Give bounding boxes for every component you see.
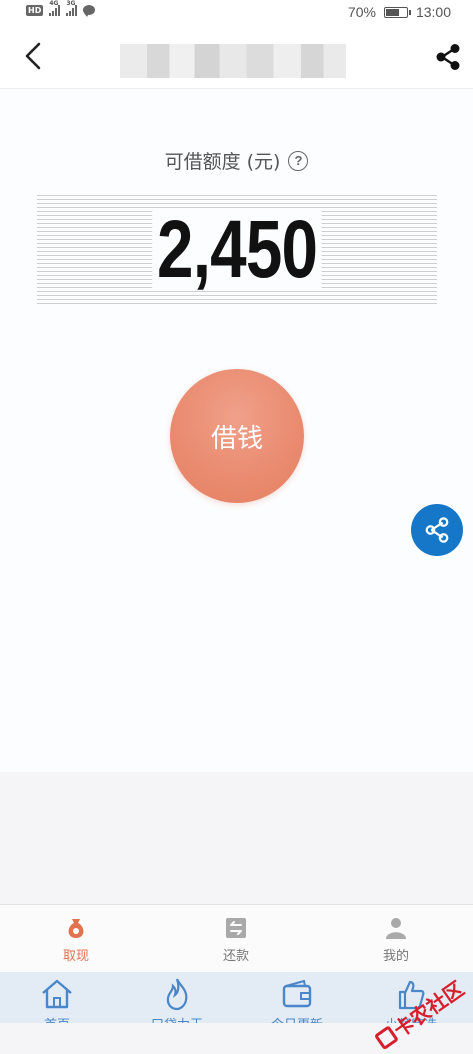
share-icon: [425, 517, 449, 543]
fire-icon: [166, 978, 188, 1011]
lower-nav-label: 今日更新: [271, 1014, 323, 1023]
nav-bar: [0, 24, 473, 89]
message-icon: [83, 5, 96, 17]
signal-4g-icon: 4G: [49, 0, 61, 16]
lower-nav-today[interactable]: 今日更新: [252, 976, 342, 1023]
signal-4g-label: 4G: [49, 0, 59, 7]
status-bar: HD 4G 3G 70% 13:00: [0, 0, 473, 24]
home-icon: [42, 979, 72, 1009]
status-right: 70% 13:00: [348, 4, 451, 20]
tab-mine[interactable]: 我的: [356, 915, 436, 964]
signal-3g-icon: 3G: [66, 0, 78, 16]
question-icon[interactable]: ?: [288, 150, 309, 171]
amount-inner: 2,450: [37, 209, 437, 291]
share-icon: [436, 44, 460, 70]
page-title-blurred: [120, 44, 346, 78]
credit-amount-box: 2,450: [37, 195, 437, 305]
user-icon: [386, 918, 406, 939]
borrow-button[interactable]: 借钱: [170, 369, 304, 503]
tab-label: 取现: [62, 949, 89, 964]
money-bag-icon: [68, 919, 84, 938]
floating-share-button[interactable]: [411, 504, 463, 556]
credit-limit-text: 可借额度 (元): [164, 151, 281, 173]
tab-repay[interactable]: 还款: [196, 915, 276, 964]
chevron-left-icon: [25, 42, 41, 70]
lower-nav-label: 首页: [44, 1014, 70, 1023]
status-left: HD 4G 3G: [26, 0, 96, 17]
borrow-button-label: 借钱: [210, 423, 263, 454]
credit-amount: 2,450: [152, 209, 322, 291]
tab-label: 我的: [382, 949, 409, 964]
lower-nav-hot[interactable]: 口贷力王: [132, 976, 222, 1023]
tab-bar: 取现 还款 我的: [0, 904, 473, 973]
battery-fill: [385, 8, 399, 16]
hd-badge: HD: [26, 4, 44, 16]
lower-nav-label: 口贷力王: [151, 1014, 203, 1023]
credit-limit-label: 可借额度 (元) ?: [0, 147, 473, 174]
main-card: 可借额度 (元) ? 2,450 借钱: [0, 89, 473, 772]
tab-label: 还款: [222, 949, 249, 964]
share-button[interactable]: [433, 42, 463, 72]
tab-withdraw[interactable]: 取现: [36, 915, 116, 964]
lower-nav-home[interactable]: 首页: [12, 976, 102, 1023]
clock: 13:00: [415, 4, 451, 20]
signal-3g-label: 3G: [66, 0, 76, 7]
back-button[interactable]: [18, 40, 50, 72]
wallet-icon: [282, 979, 312, 1008]
battery-percent: 70%: [347, 4, 376, 20]
battery-icon: [383, 6, 411, 18]
repay-icon: [226, 918, 246, 938]
